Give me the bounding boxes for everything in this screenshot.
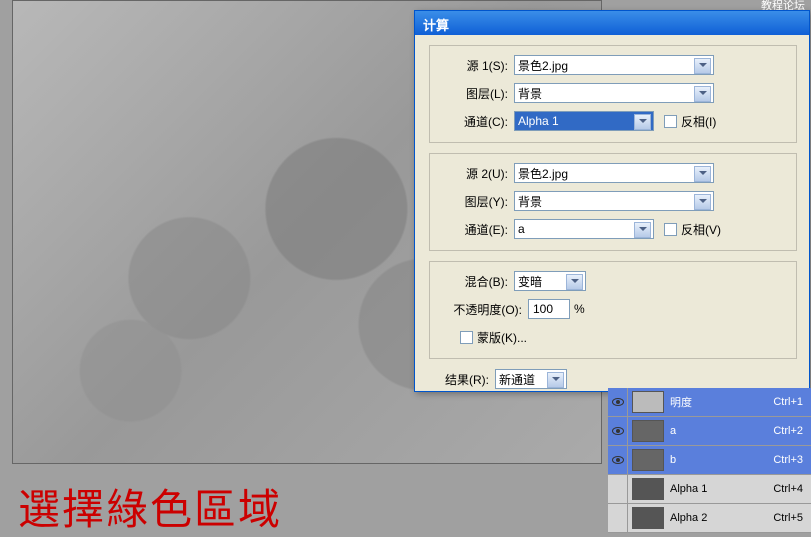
eye-icon <box>612 398 624 406</box>
channel-shortcut: Ctrl+1 <box>773 396 811 408</box>
visibility-toggle[interactable] <box>608 417 628 445</box>
channel2-label: 通道(E): <box>440 221 514 238</box>
visibility-toggle[interactable] <box>608 446 628 474</box>
chevron-down-icon <box>699 63 707 67</box>
visibility-toggle[interactable] <box>608 388 628 416</box>
layer2-label: 图层(Y): <box>440 193 514 210</box>
channel-name: Alpha 2 <box>670 512 773 524</box>
invert2-checkbox[interactable] <box>664 223 677 236</box>
blend-group: 混合(B): 变暗 不透明度(O): % 蒙版(K)... <box>429 261 797 359</box>
chevron-down-icon <box>699 171 707 175</box>
result-row: 结果(R): 新通道 <box>429 369 797 389</box>
eye-icon <box>612 456 624 464</box>
layer2-value: 背景 <box>518 193 542 210</box>
channel-row[interactable]: Alpha 2Ctrl+5 <box>608 504 811 533</box>
source2-label: 源 2(U): <box>440 165 514 182</box>
source1-group: 源 1(S): 景色2.jpg 图层(L): 背景 通道(C): Alpha 1… <box>429 45 797 143</box>
opacity-label: 不透明度(O): <box>440 301 528 318</box>
channel2-combo[interactable]: a <box>514 219 654 239</box>
result-value: 新通道 <box>499 371 535 388</box>
channel-name: Alpha 1 <box>670 483 773 495</box>
result-combo[interactable]: 新通道 <box>495 369 567 389</box>
invert2-label: 反相(V) <box>681 221 721 238</box>
channel-shortcut: Ctrl+3 <box>773 454 811 466</box>
annotation-text: 選擇綠色區域 <box>18 476 282 537</box>
chevron-down-icon <box>699 91 707 95</box>
channel1-value: Alpha 1 <box>518 114 559 128</box>
layer1-value: 背景 <box>518 85 542 102</box>
chevron-down-icon <box>571 279 579 283</box>
blend-combo[interactable]: 变暗 <box>514 271 586 291</box>
channel-shortcut: Ctrl+4 <box>773 483 811 495</box>
source2-combo[interactable]: 景色2.jpg <box>514 163 714 183</box>
dialog-title: 计算 <box>423 18 449 33</box>
source1-value: 景色2.jpg <box>518 57 568 74</box>
chevron-down-icon <box>699 199 707 203</box>
opacity-input[interactable] <box>528 299 570 319</box>
channel-thumbnail <box>632 478 664 500</box>
chevron-down-icon <box>639 119 647 123</box>
channel-name: a <box>670 425 773 437</box>
layer1-label: 图层(L): <box>440 85 514 102</box>
eye-icon <box>612 427 624 435</box>
channel-row[interactable]: 明度Ctrl+1 <box>608 388 811 417</box>
result-label: 结果(R): <box>433 371 495 388</box>
source1-combo[interactable]: 景色2.jpg <box>514 55 714 75</box>
invert1-label: 反相(I) <box>681 113 716 130</box>
blend-value: 变暗 <box>518 273 542 290</box>
channel-shortcut: Ctrl+2 <box>773 425 811 437</box>
source2-value: 景色2.jpg <box>518 165 568 182</box>
source1-label: 源 1(S): <box>440 57 514 74</box>
channel1-label: 通道(C): <box>440 113 514 130</box>
dialog-title-bar[interactable]: 计算 <box>415 11 809 35</box>
channel2-value: a <box>518 222 525 236</box>
chevron-down-icon <box>639 227 647 231</box>
chevron-down-icon <box>552 377 560 381</box>
layer1-combo[interactable]: 背景 <box>514 83 714 103</box>
invert1-checkbox[interactable] <box>664 115 677 128</box>
source2-group: 源 2(U): 景色2.jpg 图层(Y): 背景 通道(E): a 反相(V) <box>429 153 797 251</box>
channel-thumbnail <box>632 420 664 442</box>
channel-row[interactable]: aCtrl+2 <box>608 417 811 446</box>
channel-row[interactable]: Alpha 1Ctrl+4 <box>608 475 811 504</box>
channel-shortcut: Ctrl+5 <box>773 512 811 524</box>
blend-label: 混合(B): <box>440 273 514 290</box>
channel-row[interactable]: bCtrl+3 <box>608 446 811 475</box>
visibility-toggle[interactable] <box>608 504 628 532</box>
channel-thumbnail <box>632 507 664 529</box>
opacity-suffix: % <box>574 302 585 316</box>
channel-thumbnail <box>632 391 664 413</box>
dialog-body: 源 1(S): 景色2.jpg 图层(L): 背景 通道(C): Alpha 1… <box>415 35 809 399</box>
channel-name: 明度 <box>670 394 773 410</box>
channels-panel: 明度Ctrl+1aCtrl+2bCtrl+3Alpha 1Ctrl+4Alpha… <box>608 388 811 533</box>
channel-name: b <box>670 454 773 466</box>
mask-label: 蒙版(K)... <box>477 329 527 346</box>
layer2-combo[interactable]: 背景 <box>514 191 714 211</box>
channel1-combo[interactable]: Alpha 1 <box>514 111 654 131</box>
channel-thumbnail <box>632 449 664 471</box>
calculations-dialog: 计算 源 1(S): 景色2.jpg 图层(L): 背景 通道(C): Alph… <box>414 10 810 392</box>
visibility-toggle[interactable] <box>608 475 628 503</box>
mask-checkbox[interactable] <box>460 331 473 344</box>
